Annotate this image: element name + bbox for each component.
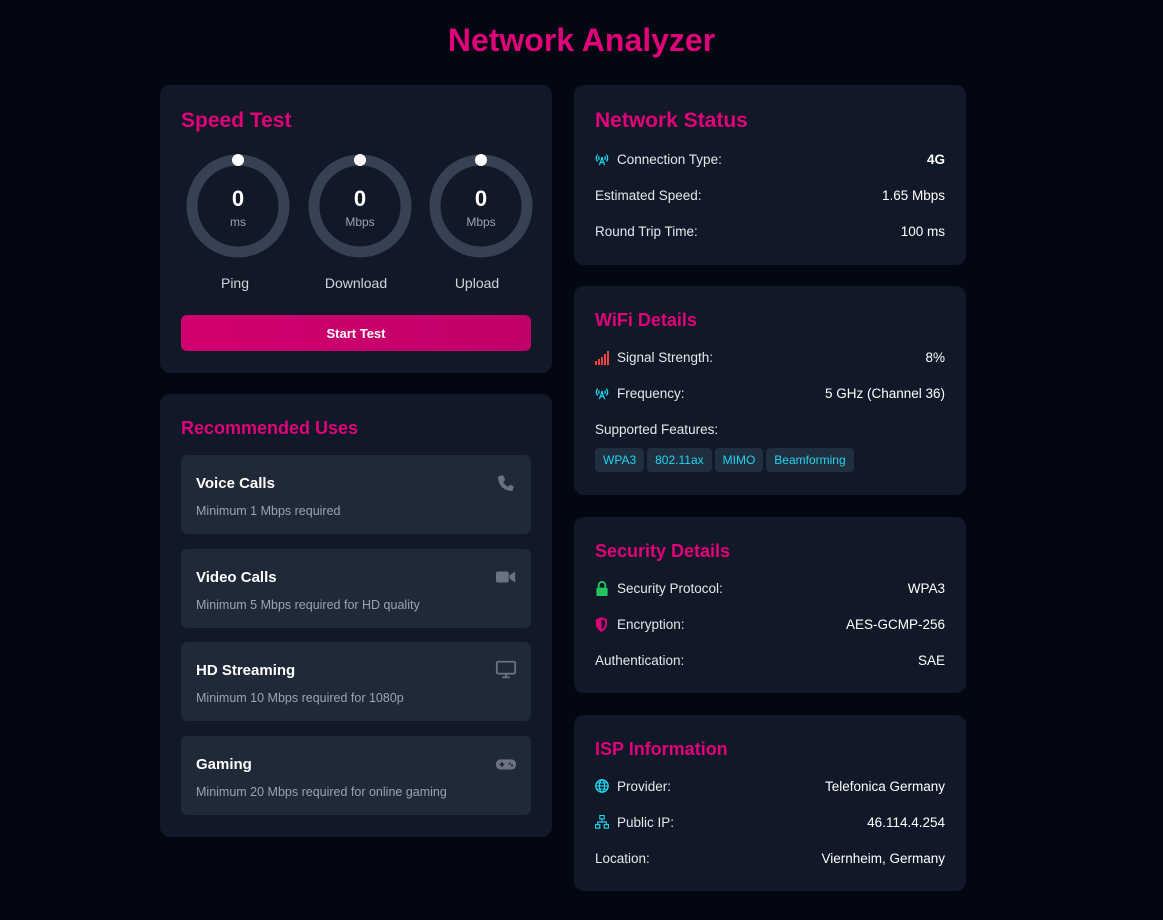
use-item-desc: Minimum 20 Mbps required for online gami… <box>196 785 447 799</box>
feature-tag: MIMO <box>714 448 764 472</box>
supported-features-row: Supported Features: <box>595 420 945 440</box>
signal-strength-label: Signal Strength: <box>617 350 714 365</box>
antenna-icon <box>595 154 609 166</box>
public-ip-value: 46.114.4.254 <box>867 815 945 830</box>
use-item-voice-calls[interactable]: Voice Calls Minimum 1 Mbps required <box>181 455 531 534</box>
download-label: Download <box>324 275 388 291</box>
ping-value: 0 <box>231 186 245 211</box>
estimated-speed-row: Estimated Speed: 1.65 Mbps <box>595 186 945 206</box>
upload-unit: Mbps <box>466 215 496 229</box>
use-item-video-calls[interactable]: Video Calls Minimum 5 Mbps required for … <box>181 549 531 628</box>
location-row: Location: Viernheim, Germany <box>595 849 945 869</box>
security-protocol-label: Security Protocol: <box>617 581 723 596</box>
antenna-icon <box>595 388 609 400</box>
speed-test-title: Speed Test <box>181 109 292 132</box>
use-item-gaming[interactable]: Gaming Minimum 20 Mbps required for onli… <box>181 736 531 815</box>
network-status-card: Network Status Connection Type: 4G Estim… <box>574 85 966 265</box>
use-item-title: Voice Calls <box>196 475 275 492</box>
round-trip-label: Round Trip Time: <box>595 224 698 239</box>
provider-row: Provider: Telefonica Germany <box>595 777 945 797</box>
download-unit: Mbps <box>345 215 375 229</box>
use-item-desc: Minimum 1 Mbps required <box>196 504 341 518</box>
estimated-speed-label: Estimated Speed: <box>595 188 702 203</box>
signal-bars-icon <box>595 351 609 365</box>
frequency-label: Frequency: <box>617 386 685 401</box>
connection-type-value: 4G <box>926 152 945 167</box>
download-value: 0 <box>353 186 367 211</box>
monitor-icon <box>495 660 517 679</box>
wifi-details-card: WiFi Details Signal Strength: 8% Frequen… <box>574 286 966 495</box>
signal-strength-row: Signal Strength: 8% <box>595 348 945 368</box>
security-protocol-value: WPA3 <box>907 581 945 596</box>
location-value: Viernheim, Germany <box>821 851 945 866</box>
location-label: Location: <box>595 851 650 866</box>
start-test-button[interactable]: Start Test <box>181 315 531 351</box>
upload-value: 0 <box>474 186 488 211</box>
shield-icon <box>595 617 608 632</box>
security-details-card: Security Details Security Protocol: WPA3… <box>574 517 966 693</box>
use-item-title: HD Streaming <box>196 662 296 679</box>
round-trip-row: Round Trip Time: 100 ms <box>595 222 945 242</box>
feature-tag: WPA3 <box>595 448 645 472</box>
ping-label: Ping <box>220 275 250 291</box>
authentication-row: Authentication: SAE <box>595 651 945 671</box>
frequency-value: 5 GHz (Channel 36) <box>824 386 945 401</box>
upload-label: Upload <box>454 275 500 291</box>
feature-tag: Beamforming <box>766 448 854 472</box>
connection-type-row: Connection Type: 4G <box>595 150 945 170</box>
download-gauge: 0 Mbps <box>308 154 412 258</box>
page-title: Network Analyzer <box>447 22 716 58</box>
network-status-title: Network Status <box>595 109 748 132</box>
round-trip-value: 100 ms <box>900 224 945 239</box>
use-item-hd-streaming[interactable]: HD Streaming Minimum 10 Mbps required fo… <box>181 642 531 721</box>
public-ip-label: Public IP: <box>617 815 675 830</box>
ping-gauge: 0 ms <box>186 154 290 258</box>
authentication-label: Authentication: <box>595 653 685 668</box>
recommended-uses-title: Recommended Uses <box>181 418 359 438</box>
globe-icon <box>595 779 609 793</box>
encryption-label: Encryption: <box>617 617 685 632</box>
video-camera-icon <box>495 571 516 583</box>
use-item-desc: Minimum 5 Mbps required for HD quality <box>196 598 420 612</box>
encryption-value: AES-GCMP-256 <box>845 617 945 632</box>
upload-gauge: 0 Mbps <box>429 154 533 258</box>
public-ip-row: Public IP: 46.114.4.254 <box>595 813 945 833</box>
supported-features-label: Supported Features: <box>595 422 719 437</box>
frequency-row: Frequency: 5 GHz (Channel 36) <box>595 384 945 404</box>
gamepad-icon <box>495 759 517 770</box>
authentication-value: SAE <box>917 653 945 668</box>
connection-type-label: Connection Type: <box>617 152 722 167</box>
phone-icon <box>498 475 514 491</box>
signal-strength-value: 8% <box>925 350 945 365</box>
recommended-uses-card: Recommended Uses Voice Calls Minimum 1 M… <box>160 394 552 837</box>
network-icon <box>595 815 609 829</box>
use-item-desc: Minimum 10 Mbps required for 1080p <box>196 691 404 705</box>
feature-tag: 802.11ax <box>647 448 712 472</box>
estimated-speed-value: 1.65 Mbps <box>881 188 945 203</box>
use-item-title: Video Calls <box>196 569 277 586</box>
provider-value: Telefonica Germany <box>824 779 945 794</box>
lock-icon <box>596 581 608 596</box>
wifi-details-title: WiFi Details <box>595 310 697 330</box>
feature-tags: WPA3 802.11ax MIMO Beamforming <box>595 448 857 472</box>
encryption-row: Encryption: AES-GCMP-256 <box>595 615 945 635</box>
security-details-title: Security Details <box>595 541 731 561</box>
security-protocol-row: Security Protocol: WPA3 <box>595 579 945 599</box>
ping-unit: ms <box>230 215 246 229</box>
speed-test-card: Speed Test 0 ms Ping 0 Mbps Download 0 M… <box>160 85 552 373</box>
isp-information-title: ISP Information <box>595 739 728 759</box>
isp-information-card: ISP Information Provider: Telefonica Ger… <box>574 715 966 891</box>
use-item-title: Gaming <box>196 756 252 773</box>
provider-label: Provider: <box>617 779 672 794</box>
